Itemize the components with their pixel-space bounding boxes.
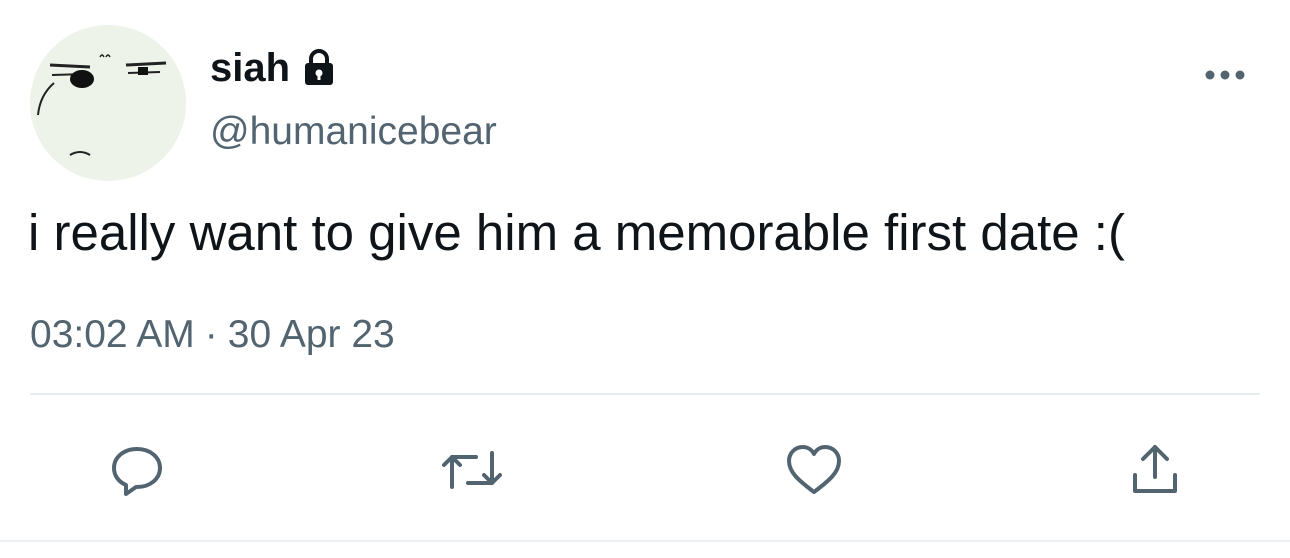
avatar-image	[30, 25, 186, 181]
tweet-date: 30 Apr 23	[227, 313, 395, 356]
lock-icon	[302, 48, 336, 88]
divider	[30, 393, 1260, 395]
name-row: siah	[210, 44, 336, 92]
meta-separator: ·	[204, 313, 218, 356]
share-icon	[1133, 445, 1177, 493]
tweet-card: siah @humanicebear i really want to give…	[0, 0, 1290, 558]
reply-button[interactable]	[105, 438, 169, 502]
reply-icon	[112, 447, 162, 496]
more-icon	[1205, 70, 1245, 80]
more-button[interactable]	[1200, 58, 1250, 92]
share-button[interactable]	[1123, 438, 1187, 502]
tweet-text: i really want to give him a memorable fi…	[28, 204, 1125, 261]
bottom-divider	[0, 540, 1290, 542]
retweet-button[interactable]	[440, 438, 504, 502]
tweet-time: 03:02 AM	[30, 313, 195, 356]
retweet-icon	[442, 451, 502, 489]
avatar[interactable]	[30, 25, 186, 181]
display-name[interactable]: siah	[210, 46, 290, 91]
heart-icon	[787, 445, 841, 494]
tweet-timestamp[interactable]: 03:02 AM · 30 Apr 23	[30, 313, 395, 357]
user-handle[interactable]: @humanicebear	[210, 110, 497, 154]
like-button[interactable]	[782, 438, 846, 502]
